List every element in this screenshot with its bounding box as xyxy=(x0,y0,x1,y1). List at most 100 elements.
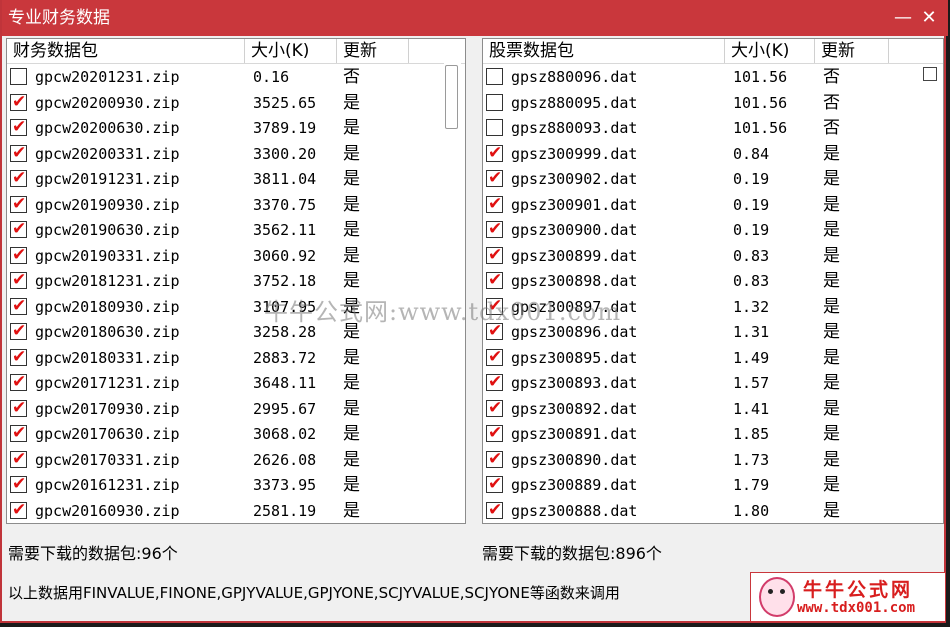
row-checkbox[interactable] xyxy=(486,500,503,520)
row-checkbox[interactable] xyxy=(486,449,503,469)
table-row[interactable]: gpsz880095.dat 101.56 否 xyxy=(483,91,943,117)
table-row[interactable]: gpcw20180331.zip 2883.72 是 xyxy=(7,346,465,372)
package-size: 3373.95 xyxy=(253,476,317,494)
table-row[interactable]: gpsz880096.dat 101.56 否 xyxy=(483,65,943,91)
package-update-flag: 是 xyxy=(343,449,360,470)
column-header-size[interactable]: 大小(K) xyxy=(725,39,815,63)
package-update-flag: 是 xyxy=(343,398,360,419)
package-name: gpcw20200930.zip xyxy=(35,93,180,112)
package-name: gpcw20190930.zip xyxy=(35,195,180,214)
package-size: 1.32 xyxy=(733,297,770,316)
column-header-update[interactable]: 更新 xyxy=(337,39,409,63)
package-update-flag: 是 xyxy=(343,475,360,495)
row-checkbox[interactable] xyxy=(10,500,27,520)
table-row[interactable]: gpcw20190630.zip 3562.11 是 xyxy=(7,218,465,244)
row-checkbox[interactable] xyxy=(486,245,503,265)
package-name: gpsz300899.dat xyxy=(511,246,638,265)
column-header-package[interactable]: 股票数据包 xyxy=(483,39,725,63)
row-checkbox[interactable] xyxy=(10,143,27,163)
table-row[interactable]: gpsz300893.dat 1.57 是 xyxy=(483,371,943,397)
table-row[interactable]: gpsz300890.dat 1.73 是 xyxy=(483,448,943,474)
table-row[interactable]: gpcw20170331.zip 2626.08 是 xyxy=(7,448,465,474)
package-size: 0.16 xyxy=(253,68,290,86)
table-row[interactable]: gpsz300899.dat 0.83 是 xyxy=(483,244,943,270)
row-checkbox[interactable] xyxy=(10,347,27,367)
package-update-flag: 是 xyxy=(343,271,360,291)
table-row[interactable]: gpsz300892.dat 1.41 是 xyxy=(483,397,943,423)
row-checkbox[interactable] xyxy=(10,168,27,188)
column-header-update[interactable]: 更新 xyxy=(815,39,889,63)
table-row[interactable]: gpsz300900.dat 0.19 是 xyxy=(483,218,943,244)
package-update-flag: 是 xyxy=(343,220,360,240)
row-checkbox[interactable] xyxy=(10,296,27,316)
close-button[interactable]: ✕ xyxy=(916,0,942,36)
window-title: 专业财务数据 xyxy=(8,8,110,28)
minimize-button[interactable]: — xyxy=(890,0,916,36)
package-update-flag: 是 xyxy=(823,347,840,368)
scroll-box[interactable] xyxy=(923,67,937,81)
table-row[interactable]: gpcw20200630.zip 3789.19 是 xyxy=(7,116,465,142)
column-header-package[interactable]: 财务数据包 xyxy=(7,39,245,63)
row-checkbox[interactable] xyxy=(10,321,27,341)
package-name: gpsz300893.dat xyxy=(511,374,638,392)
package-name: gpcw20180930.zip xyxy=(35,297,180,316)
table-row[interactable]: gpcw20170930.zip 2995.67 是 xyxy=(7,397,465,423)
package-name: gpsz300895.dat xyxy=(511,348,638,367)
row-checkbox[interactable] xyxy=(486,194,503,214)
table-row[interactable]: gpsz300999.dat 0.84 是 xyxy=(483,142,943,168)
row-checkbox[interactable] xyxy=(10,245,27,265)
row-checkbox[interactable] xyxy=(10,398,27,418)
table-row[interactable]: gpcw20171231.zip 3648.11 是 xyxy=(7,371,465,397)
table-row[interactable]: gpcw20191231.zip 3811.04 是 xyxy=(7,167,465,193)
column-header-size[interactable]: 大小(K) xyxy=(245,39,337,63)
package-name: gpcw20160930.zip xyxy=(35,501,180,520)
row-checkbox[interactable] xyxy=(486,143,503,163)
package-update-flag: 是 xyxy=(823,194,840,215)
table-row[interactable]: gpcw20161231.zip 3373.95 是 xyxy=(7,473,465,499)
table-row[interactable]: gpcw20190930.zip 3370.75 是 xyxy=(7,193,465,219)
table-row[interactable]: gpcw20170630.zip 3068.02 是 xyxy=(7,422,465,448)
scrollbar-thumb[interactable] xyxy=(445,65,458,129)
row-checkbox[interactable] xyxy=(486,119,503,136)
table-row[interactable]: gpsz300889.dat 1.79 是 xyxy=(483,473,943,499)
row-checkbox[interactable] xyxy=(486,270,503,290)
table-row[interactable]: gpcw20190331.zip 3060.92 是 xyxy=(7,244,465,270)
row-checkbox[interactable] xyxy=(486,93,503,111)
row-checkbox[interactable] xyxy=(486,398,503,418)
row-checkbox[interactable] xyxy=(486,423,503,443)
row-checkbox[interactable] xyxy=(10,270,27,290)
package-update-flag: 是 xyxy=(823,220,840,240)
package-name: gpsz880093.dat xyxy=(511,119,638,137)
table-row[interactable]: gpsz300895.dat 1.49 是 xyxy=(483,346,943,372)
table-row[interactable]: gpsz300901.dat 0.19 是 xyxy=(483,193,943,219)
table-row[interactable]: gpcw20200331.zip 3300.20 是 xyxy=(7,142,465,168)
row-checkbox[interactable] xyxy=(10,372,27,392)
row-checkbox[interactable] xyxy=(486,347,503,367)
package-name: gpsz880096.dat xyxy=(511,68,638,86)
table-row[interactable]: gpcw20160930.zip 2581.19 是 xyxy=(7,499,465,524)
row-checkbox[interactable] xyxy=(486,168,503,188)
row-checkbox[interactable] xyxy=(10,68,27,85)
table-row[interactable]: gpsz300891.dat 1.85 是 xyxy=(483,422,943,448)
row-checkbox[interactable] xyxy=(10,117,27,137)
table-row[interactable]: gpsz300898.dat 0.83 是 xyxy=(483,269,943,295)
table-row[interactable]: gpsz300902.dat 0.19 是 xyxy=(483,167,943,193)
row-checkbox[interactable] xyxy=(486,68,503,85)
row-checkbox[interactable] xyxy=(486,219,503,239)
table-row[interactable]: gpcw20201231.zip 0.16 否 xyxy=(7,65,465,91)
row-checkbox[interactable] xyxy=(10,449,27,469)
table-row[interactable]: gpsz880093.dat 101.56 否 xyxy=(483,116,943,142)
table-row[interactable]: gpcw20181231.zip 3752.18 是 xyxy=(7,269,465,295)
package-name: gpcw20171231.zip xyxy=(35,374,180,392)
row-checkbox[interactable] xyxy=(10,92,27,112)
row-checkbox[interactable] xyxy=(10,194,27,214)
package-update-flag: 是 xyxy=(343,245,360,266)
row-checkbox[interactable] xyxy=(10,423,27,443)
table-row[interactable]: gpcw20200930.zip 3525.65 是 xyxy=(7,91,465,117)
row-checkbox[interactable] xyxy=(486,474,503,494)
row-checkbox[interactable] xyxy=(486,372,503,392)
table-row[interactable]: gpsz300888.dat 1.80 是 xyxy=(483,499,943,524)
package-size: 1.85 xyxy=(733,425,770,443)
row-checkbox[interactable] xyxy=(10,219,27,239)
row-checkbox[interactable] xyxy=(10,474,27,494)
